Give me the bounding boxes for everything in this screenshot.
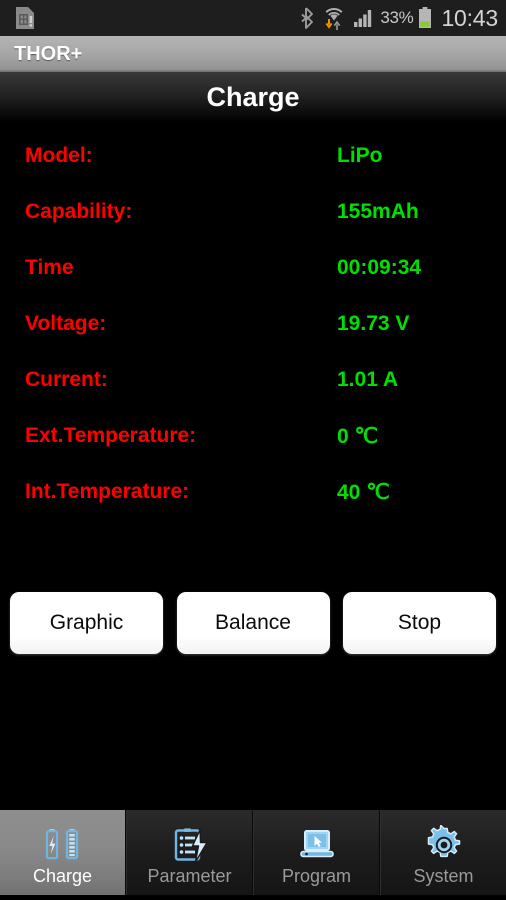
battery-percent-label: 33% [380, 8, 414, 27]
tab-system[interactable]: System [380, 810, 506, 900]
readout-value: 155mAh [337, 200, 419, 223]
readout-row: Voltage: 19.73 V [0, 296, 506, 352]
screen-title-bar: Charge [0, 72, 506, 122]
graphic-button[interactable]: Graphic [10, 592, 163, 654]
readout-label: Time [25, 256, 74, 279]
wifi-with-data-icon [322, 6, 346, 30]
readout-value: 40 ℃ [337, 480, 390, 504]
bottom-tab-bar: Charge Parameter Program System [0, 809, 506, 900]
laptop-cursor-icon [297, 825, 337, 867]
readout-value: LiPo [337, 144, 383, 167]
readout-value: 19.73 V [337, 312, 410, 335]
status-bar-clock: 10:43 [441, 4, 498, 31]
tab-label: Charge [32, 866, 93, 886]
readout-row: Time 00:09:34 [0, 240, 506, 296]
clipboard-bolt-icon [170, 825, 210, 867]
action-button-row: Graphic Balance Stop [0, 592, 506, 654]
tab-charge[interactable]: Charge [0, 810, 126, 900]
charging-batteries-icon [43, 825, 83, 867]
readout-row: Model: LiPo [0, 128, 506, 184]
tab-program[interactable]: Program [253, 810, 380, 900]
charge-readout-list: Model: LiPo Capability: 155mAh Time 00:0… [0, 128, 506, 578]
status-bar-right-icons: 33% 10:43 [301, 5, 498, 32]
readout-label: Model: [25, 144, 93, 167]
tab-parameter[interactable]: Parameter [126, 810, 253, 900]
tab-label: Program [281, 866, 352, 886]
readout-label: Int.Temperature: [25, 480, 190, 503]
data-transfer-arrows-icon [325, 19, 341, 30]
cellular-signal-icon [353, 8, 373, 28]
readout-label: Current: [25, 368, 108, 391]
tab-label: Parameter [147, 866, 232, 886]
balance-button[interactable]: Balance [176, 592, 330, 654]
readout-value: 0 ℃ [337, 424, 379, 448]
readout-label: Ext.Temperature: [25, 424, 197, 447]
readout-row: Capability: 155mAh [0, 184, 506, 240]
readout-value: 00:09:34 [337, 256, 422, 279]
app-title-bar: THOR+ [0, 36, 506, 72]
battery-icon [419, 7, 432, 29]
gear-icon [424, 825, 464, 867]
readout-label: Voltage: [25, 312, 107, 335]
readout-value: 1.01 A [337, 368, 399, 391]
screen-bottom-edge [0, 895, 506, 900]
readout-row: Int.Temperature: 40 ℃ [0, 464, 506, 520]
bluetooth-icon [301, 7, 315, 29]
readout-label: Capability: [25, 200, 133, 223]
system-status-bar: 33% 10:43 [0, 0, 506, 36]
readout-row: Current: 1.01 A [0, 352, 506, 408]
status-bar-left-icons [14, 6, 36, 30]
tab-label: System [413, 866, 474, 886]
sim-card-alert-icon [14, 6, 36, 30]
readout-row: Ext.Temperature: 0 ℃ [0, 408, 506, 464]
stop-button[interactable]: Stop [343, 592, 496, 654]
page-title: Charge [206, 81, 300, 112]
app-name-label: THOR+ [14, 42, 83, 65]
